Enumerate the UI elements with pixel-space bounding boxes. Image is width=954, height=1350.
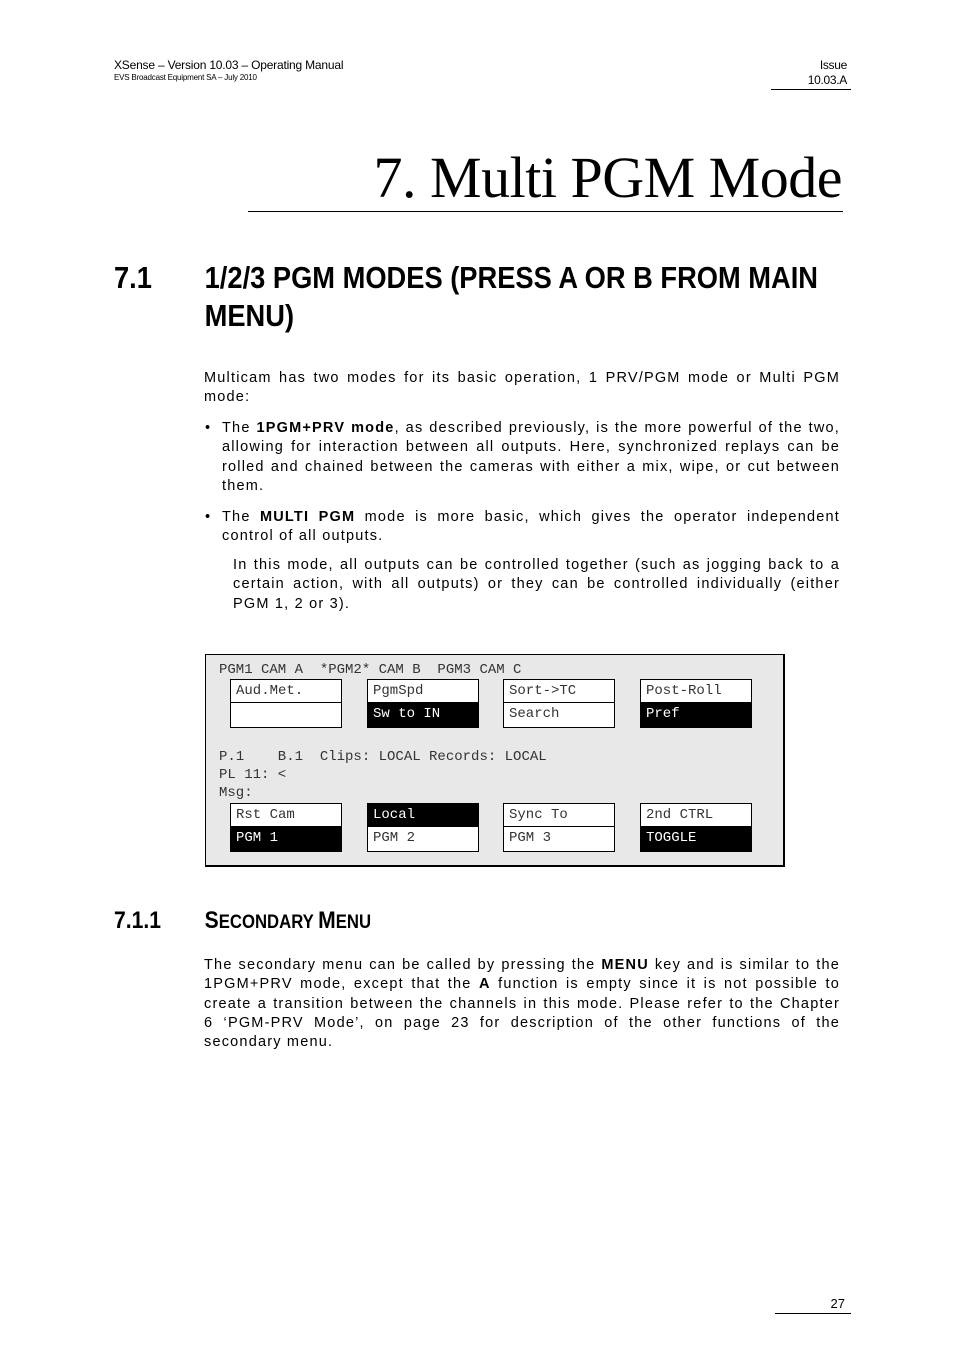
page-number: 27 <box>830 1296 845 1311</box>
key-label: Pref <box>640 703 752 728</box>
screen-key-top-2: PgmSpd Sw to IN <box>367 679 479 728</box>
key-label: Aud.Met. <box>230 679 342 703</box>
section-number: 7.1 <box>114 260 152 295</box>
key-label: Sw to IN <box>367 703 479 728</box>
screen-status-line: PGM1 CAM A *PGM2* CAM B PGM3 CAM C <box>219 662 522 678</box>
bullet-icon: • <box>205 509 212 525</box>
publisher-line: EVS Broadcast Equipment SA – July 2010 <box>114 73 257 82</box>
bullet-text: The <box>222 420 257 436</box>
lcd-screen-figure: PGM1 CAM A *PGM2* CAM B PGM3 CAM C Aud.M… <box>205 654 785 867</box>
screen-key-bottom-4: 2nd CTRL TOGGLE <box>640 803 752 852</box>
screen-info-line: P.1 B.1 Clips: LOCAL Records: LOCAL <box>219 749 547 765</box>
secondary-menu-paragraph: The secondary menu can be called by pres… <box>204 957 840 1051</box>
section-title: 1/2/3 PGM MODES (PRESS A OR B FROM MAIN … <box>204 260 819 333</box>
section-title: SECONDARY MENU <box>204 907 372 934</box>
document-title: XSense – Version 10.03 – Operating Manua… <box>114 58 344 72</box>
bullet-icon: • <box>205 420 212 436</box>
chapter-divider <box>248 211 843 212</box>
key-label: Sync To <box>503 803 615 827</box>
screen-message-line: Msg: <box>219 785 253 801</box>
page-header: XSense – Version 10.03 – Operating Manua… <box>114 58 343 83</box>
a-function-term: A <box>479 976 491 993</box>
key-label: PGM 3 <box>503 827 615 852</box>
screen-key-top-4: Post-Roll Pref <box>640 679 752 728</box>
screen-key-top-1: Aud.Met. <box>230 679 342 728</box>
screen-key-top-3: Sort->TC Search <box>503 679 615 728</box>
list-item: • The 1PGM+PRV mode, as described previo… <box>204 419 840 496</box>
bullet-term: 1PGM+PRV mode <box>256 420 395 436</box>
list-item: • The MULTI PGM mode is more basic, whic… <box>204 508 840 547</box>
key-label: Sort->TC <box>503 679 615 703</box>
screen-playlist-line: PL 11: < <box>219 767 287 783</box>
key-label: Rst Cam <box>230 803 342 827</box>
key-label: Local <box>367 803 479 827</box>
key-label: Post-Roll <box>640 679 752 703</box>
section-number: 7.1.1 <box>114 907 161 934</box>
chapter-title: 7. Multi PGM Mode <box>373 145 843 210</box>
key-label: 2nd CTRL <box>640 803 752 827</box>
key-label <box>230 703 342 728</box>
bullet-text: The <box>222 509 260 525</box>
page-footer: 27 <box>775 1295 851 1314</box>
issue-label: Issue <box>819 58 847 72</box>
issue-value: 10.03.A <box>807 73 848 87</box>
key-label: PgmSpd <box>367 679 479 703</box>
issue-block: Issue 10.03.A <box>771 58 851 90</box>
screen-key-bottom-2: Local PGM 2 <box>367 803 479 852</box>
key-label: TOGGLE <box>640 827 752 852</box>
screen-key-bottom-1: Rst Cam PGM 1 <box>230 803 342 852</box>
key-label: PGM 2 <box>367 827 479 852</box>
key-label: PGM 1 <box>230 827 342 852</box>
key-label: Search <box>503 703 615 728</box>
intro-paragraph: Multicam has two modes for its basic ope… <box>204 370 840 406</box>
screen-key-bottom-3: Sync To PGM 3 <box>503 803 615 852</box>
bullet-term: MULTI PGM <box>259 509 356 525</box>
indented-paragraph: In this mode, all outputs can be control… <box>233 557 840 612</box>
menu-key-term: MENU <box>601 957 649 973</box>
